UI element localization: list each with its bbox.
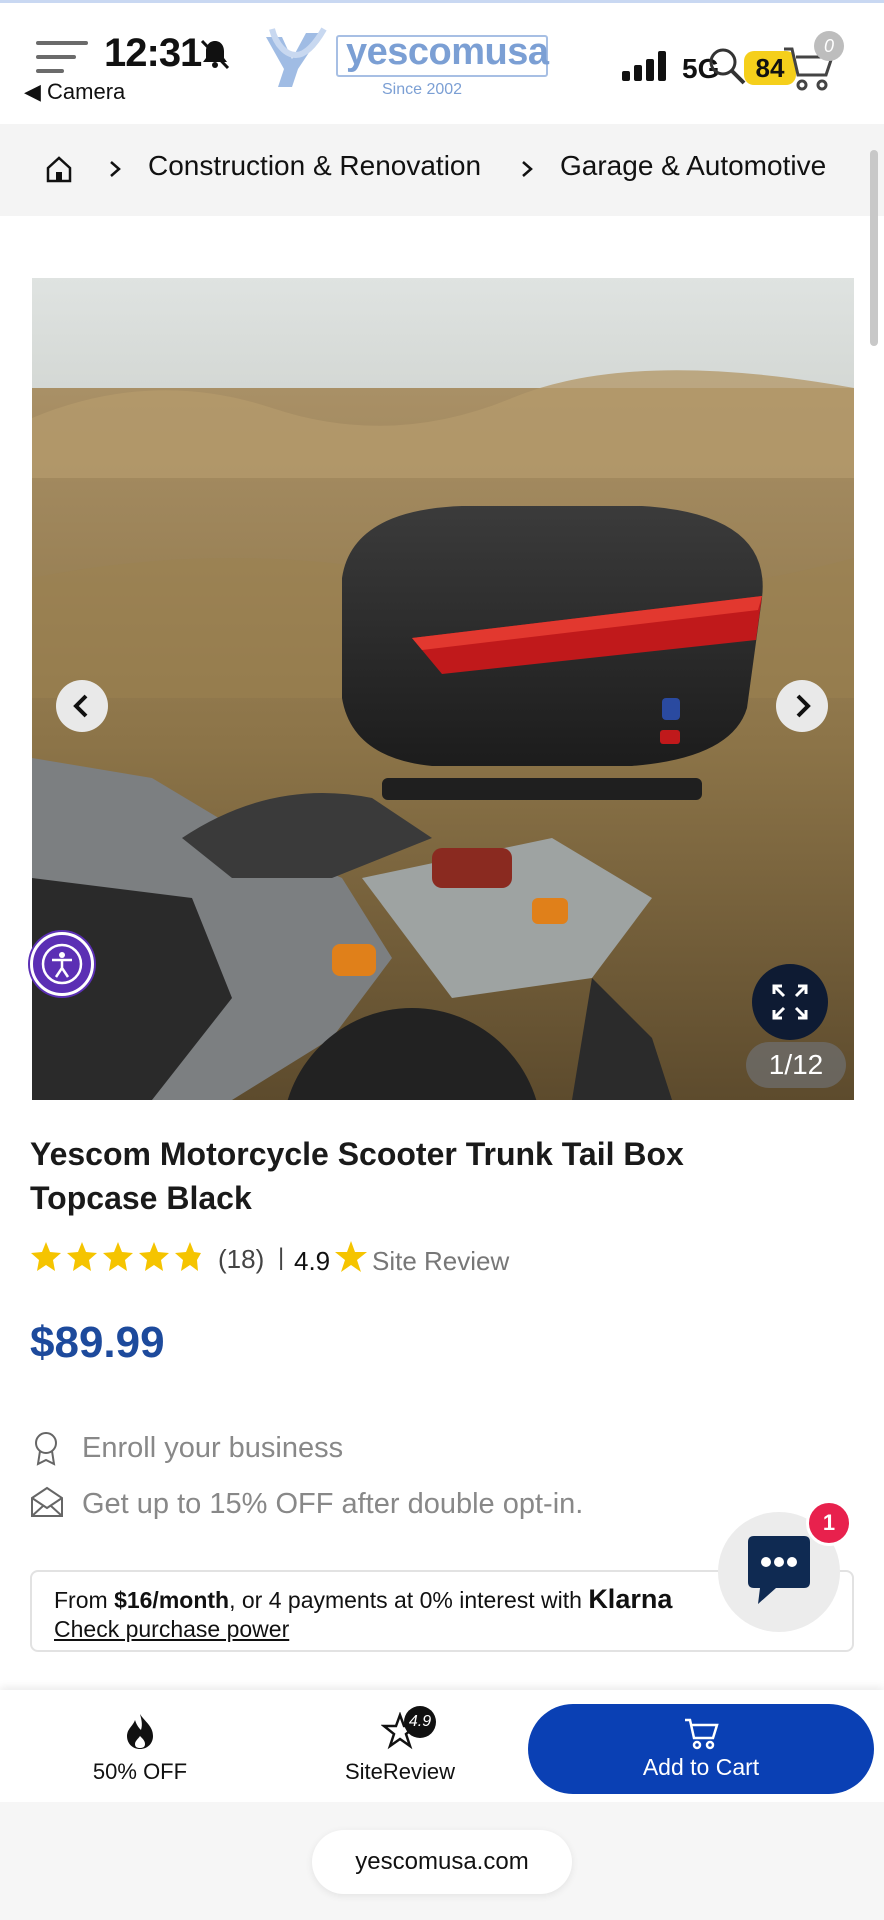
breadcrumb-item-construction[interactable]: Construction & Renovation xyxy=(148,150,481,182)
deal-label: 50% OFF xyxy=(92,1759,188,1784)
logo-mark-icon xyxy=(266,27,327,87)
perk-text: Enroll your business xyxy=(82,1432,344,1464)
perk-enroll-business[interactable]: Enroll your business xyxy=(30,1428,730,1468)
check-purchase-power-link[interactable]: Check purchase power xyxy=(54,1616,289,1643)
fullscreen-button[interactable] xyxy=(752,964,828,1040)
gallery-counter: 1/12 xyxy=(746,1042,846,1088)
envelope-icon xyxy=(31,1486,63,1517)
deal-button[interactable]: 50% OFF xyxy=(90,1712,190,1785)
breadcrumb-item-garage[interactable]: Garage & Automotive xyxy=(560,150,826,182)
hamburger-menu-icon[interactable] xyxy=(36,37,92,77)
bell-muted-icon xyxy=(200,39,230,70)
back-app-label: Camera xyxy=(47,79,126,104)
perk-opt-in-discount[interactable]: Get up to 15% OFF after double opt-in. xyxy=(30,1484,730,1524)
rating-row[interactable]: (18) | 4.9 Site Review xyxy=(30,1238,630,1278)
status-time: 12:31 xyxy=(104,31,202,75)
gallery-prev-button[interactable] xyxy=(56,680,108,732)
site-review-button[interactable]: SiteReview xyxy=(330,1711,470,1785)
star-rating-icon xyxy=(31,1242,201,1271)
add-to-cart-label: Add to Cart xyxy=(642,1754,760,1780)
perk-text: Get up to 15% OFF after double opt-in. xyxy=(82,1488,584,1520)
add-to-cart-button[interactable]: Add to Cart xyxy=(528,1704,874,1794)
accessibility-button[interactable] xyxy=(30,932,94,996)
chat-unread-badge: 1 xyxy=(806,1500,852,1546)
address-bar[interactable]: yescomusa.com xyxy=(312,1830,572,1894)
logo-tagline: Since 2002 xyxy=(382,81,463,98)
cart-icon xyxy=(685,1718,719,1750)
accessibility-icon xyxy=(41,943,83,985)
klarna-amount: $16/month xyxy=(114,1587,230,1613)
product-title: Yescom Motorcycle Scooter Trunk Tail Box… xyxy=(30,1132,770,1220)
product-price: $89.99 xyxy=(30,1318,165,1367)
home-icon[interactable] xyxy=(44,154,74,184)
breadcrumb: Construction & Renovation Garage & Autom… xyxy=(0,124,884,216)
page-scrollbar[interactable] xyxy=(870,150,878,346)
product-photo xyxy=(32,278,854,1100)
chevron-right-icon xyxy=(110,161,121,177)
chevron-left-icon xyxy=(73,694,88,718)
site-logo[interactable]: yescomusa Since 2002 xyxy=(262,25,552,105)
site-review-button-label: SiteReview xyxy=(344,1759,456,1784)
site-review-score: 4.9 xyxy=(294,1246,331,1276)
klarna-middle: , or 4 payments at 0% interest with xyxy=(229,1587,589,1613)
klarna-brand: Klarna xyxy=(588,1584,673,1614)
bottom-action-bar: 50% OFF SiteReview 4.9 Add to Cart xyxy=(0,1690,884,1802)
product-image[interactable]: 1/12 xyxy=(32,278,854,1100)
cellular-signal-icon xyxy=(622,51,668,81)
review-count[interactable]: (18) xyxy=(218,1244,264,1275)
search-icon[interactable] xyxy=(706,45,748,87)
site-review-label[interactable]: Site Review xyxy=(372,1246,509,1277)
star-icon xyxy=(335,1241,367,1272)
klarna-prefix: From xyxy=(54,1587,115,1613)
gallery-next-button[interactable] xyxy=(776,680,828,732)
top-bar: 12:31 ◀ Camera yescomusa Since 2002 5G 8… xyxy=(0,0,884,124)
flame-icon xyxy=(127,1714,153,1749)
chevron-right-icon xyxy=(796,694,811,718)
back-triangle-icon: ◀ xyxy=(24,79,41,104)
back-to-app-link[interactable]: ◀ Camera xyxy=(24,79,125,105)
product-title-line-2: Topcase Black xyxy=(30,1180,252,1216)
site-review-score-badge: 4.9 xyxy=(404,1706,436,1738)
page: 12:31 ◀ Camera yescomusa Since 2002 5G 8… xyxy=(0,0,884,1920)
award-icon xyxy=(35,1432,57,1466)
expand-icon xyxy=(772,984,808,1020)
rating-separator: | xyxy=(278,1244,285,1271)
cart-count-badge: 0 xyxy=(814,31,844,61)
chevron-right-icon xyxy=(522,161,533,177)
klarna-offer-text: From $16/month, or 4 payments at 0% inte… xyxy=(54,1584,672,1615)
logo-text: yescomusa xyxy=(346,31,549,73)
browser-toolbar: yescomusa.com xyxy=(0,1802,884,1920)
product-title-line-1: Yescom Motorcycle Scooter Trunk Tail Box xyxy=(30,1136,684,1172)
